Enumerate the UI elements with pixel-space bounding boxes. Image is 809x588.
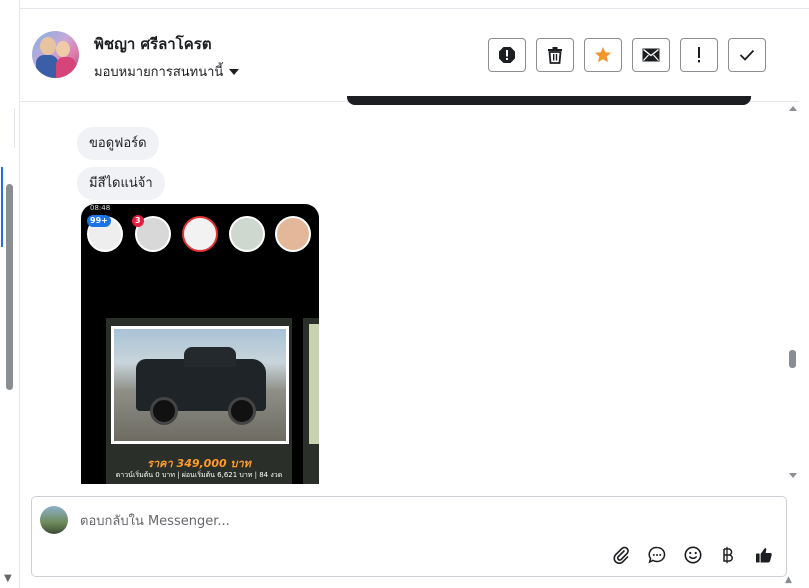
shared-image-attachment[interactable]: 08:48 99+ 3 ราคา 349,000 บาท ดาวน์เริ่มต…	[81, 204, 319, 484]
exclamation-icon	[698, 47, 700, 63]
contact-avatar[interactable]	[32, 31, 79, 78]
mark-unread-button[interactable]	[632, 38, 670, 72]
reply-input[interactable]	[80, 511, 600, 531]
image-status-time: 08:48	[90, 204, 111, 212]
mark-done-button[interactable]	[728, 38, 766, 72]
page-avatar	[40, 506, 68, 534]
left-panel-edge: ▼	[0, 0, 20, 588]
baht-icon	[723, 546, 733, 564]
story-avatar	[229, 216, 265, 252]
notification-badge: 3	[132, 215, 144, 227]
left-scroll-down-icon[interactable]: ▼	[4, 573, 12, 584]
scroll-up-icon[interactable]	[789, 106, 797, 111]
reply-composer	[31, 496, 787, 577]
star-button[interactable]	[584, 38, 622, 72]
star-icon	[595, 47, 611, 63]
assign-conversation-dropdown[interactable]: มอบหมายการสนทนานี้	[94, 61, 240, 82]
left-panel-divider	[6, 108, 15, 148]
listing-card: ราคา 349,000 บาท ดาวน์เริ่มต้น 0 บาท | ผ…	[106, 318, 292, 484]
follow-up-button[interactable]	[680, 38, 718, 72]
delete-button[interactable]	[536, 38, 574, 72]
chat-scrollbar-thumb[interactable]	[789, 350, 796, 368]
emoji-icon	[684, 546, 702, 564]
message-bubble[interactable]: มีสีไดแน่จ้า	[77, 167, 165, 200]
mail-icon	[642, 48, 660, 62]
scroll-down-icon[interactable]	[789, 473, 797, 478]
attach-file-button[interactable]	[609, 543, 633, 567]
caret-down-icon	[229, 68, 240, 75]
left-scrollbar-thumb[interactable]	[6, 184, 13, 390]
message-bubble[interactable]: ขอดูฟอร์ด	[77, 127, 159, 160]
left-panel-accent	[1, 167, 3, 247]
chat-bubble-icon	[648, 546, 666, 564]
truck-photo	[111, 326, 289, 444]
story-avatar	[182, 216, 218, 252]
checkmark-icon	[739, 49, 755, 61]
payment-button[interactable]	[716, 543, 740, 567]
chat-scrollbar[interactable]	[785, 102, 801, 482]
message-text: มีสีไดแน่จ้า	[89, 176, 153, 191]
assign-conversation-label: มอบหมายการสนทนานี้	[94, 65, 224, 80]
alert-circle-icon	[499, 47, 515, 63]
bottom-scroll-arrow-icon[interactable]: ▲	[785, 575, 792, 585]
trash-icon	[548, 47, 562, 64]
emoji-button[interactable]	[681, 543, 705, 567]
top-border	[19, 0, 809, 9]
message-text: ขอดูฟอร์ด	[89, 136, 147, 151]
like-button[interactable]	[752, 543, 776, 567]
story-avatar	[275, 216, 311, 252]
paperclip-icon	[613, 546, 629, 564]
next-listing-card	[303, 318, 319, 484]
listing-terms: ดาวน์เริ่มต้น 0 บาท | ผ่อนเริ่มต้น 6,621…	[115, 471, 283, 479]
mark-spam-button[interactable]	[488, 38, 526, 72]
previous-attachment-edge	[347, 96, 751, 105]
thumbs-up-icon	[756, 548, 772, 563]
saved-replies-button[interactable]	[645, 543, 669, 567]
notification-badge: 99+	[87, 215, 111, 227]
image-status-bar: 08:48	[81, 204, 319, 214]
contact-name[interactable]: พิชญา ศรีลาโครต	[94, 32, 212, 56]
